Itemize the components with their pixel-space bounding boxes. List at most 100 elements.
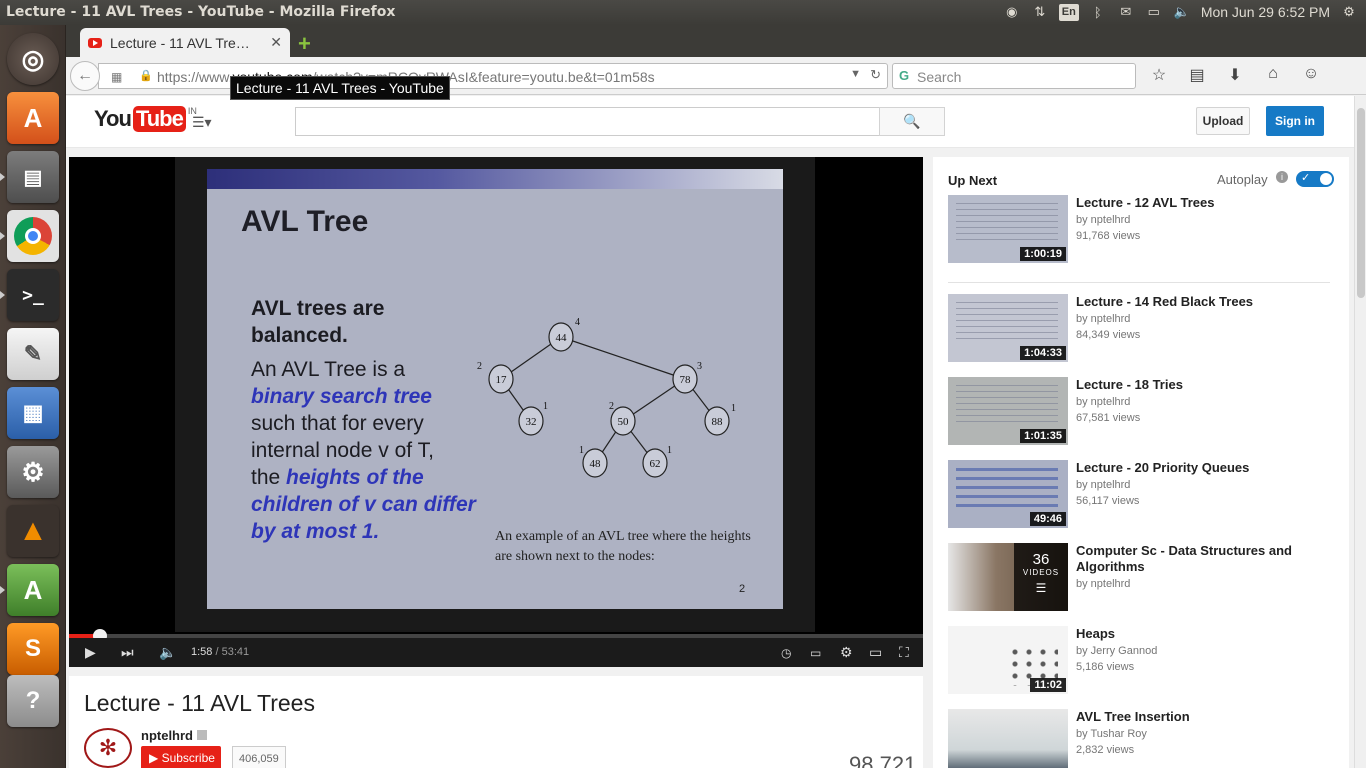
related-video-channel[interactable]: by nptelhrd [1076, 396, 1130, 408]
watch-later-icon[interactable]: ◷ [781, 646, 791, 660]
channel-avatar[interactable]: ✻ [84, 728, 132, 768]
related-playlist[interactable]: 36 VIDEOS ☰ Computer Sc - Data Structure… [948, 543, 1338, 613]
guide-menu-icon[interactable]: ☰▾ [192, 114, 212, 131]
video-thumbnail[interactable]: 1:01:35 [948, 377, 1068, 445]
subscribe-button[interactable]: ▶ Subscribe [141, 746, 221, 768]
youtube-masthead: You Tube IN ☰▾ 🔍 Upload Sign in [66, 96, 1354, 148]
battery-icon[interactable]: ▭ [1145, 3, 1163, 21]
tab-close-icon[interactable]: ✕ [270, 34, 282, 51]
play-icon[interactable]: ▶ [85, 644, 96, 661]
video-thumbnail[interactable]: 1:04:33 [948, 294, 1068, 362]
video-player[interactable]: AVL Tree AVL trees are balanced. An AVL … [69, 157, 923, 667]
playlist-thumbnail[interactable]: 36 VIDEOS ☰ [948, 543, 1068, 611]
toolbar-icons: ☆ ▤ ⬇ ⌂ ☺ ≡ [1148, 65, 1366, 85]
autoplay-toggle[interactable]: ✓ [1296, 171, 1334, 187]
sublime-text-icon[interactable]: S [7, 623, 59, 675]
bookmark-star-icon[interactable]: ☆ [1148, 65, 1170, 85]
related-video-title[interactable]: Heaps [1076, 626, 1336, 642]
video-thumbnail[interactable]: 1:00:19 [948, 195, 1068, 263]
related-video[interactable]: 1:00:19 Lecture - 12 AVL Trees by nptelh… [948, 195, 1338, 265]
duration: 53:41 [221, 646, 250, 658]
youtube-logo[interactable]: You Tube IN [94, 106, 197, 132]
text-editor-icon[interactable]: ✎ [7, 328, 59, 380]
search-icon: 🔍 [903, 113, 921, 129]
youtube-search-button[interactable]: 🔍 [879, 107, 945, 136]
up-next-heading: Up Next [948, 173, 998, 188]
related-video-channel[interactable]: by nptelhrd [1076, 214, 1130, 226]
lock-icon[interactable]: 🔒 [139, 69, 153, 82]
software-center-icon[interactable]: A [7, 92, 59, 144]
files-icon[interactable]: ▤ [0, 151, 59, 203]
tree-node-height: 1 [667, 445, 672, 456]
related-video-title[interactable]: Lecture - 20 Priority Queues [1076, 460, 1336, 476]
back-button[interactable]: ← [70, 61, 100, 91]
volume-icon[interactable]: 🔈 [1173, 3, 1191, 21]
tree-node-height: 4 [575, 317, 580, 328]
related-video-title[interactable]: Computer Sc - Data Structures and Algori… [1076, 543, 1336, 575]
video-thumbnail[interactable]: 11:02 [948, 626, 1068, 694]
software-updater-icon[interactable]: A [0, 564, 59, 616]
related-video-channel[interactable]: by nptelhrd [1076, 313, 1130, 325]
channel-name-text: nptelhrd [141, 728, 193, 743]
page-scrollbar[interactable] [1354, 96, 1366, 768]
youtube-search-input[interactable] [295, 107, 880, 136]
related-video-channel[interactable]: by nptelhrd [1076, 479, 1130, 491]
reload-icon[interactable]: ↻ [870, 67, 881, 83]
fullscreen-icon[interactable]: ⛶ [899, 644, 909, 661]
upload-button[interactable]: Upload [1196, 107, 1250, 135]
chrome-icon[interactable] [0, 210, 59, 262]
channel-name[interactable]: nptelhrd [141, 728, 207, 743]
chat-icon[interactable]: ☺ [1300, 65, 1322, 85]
settings-gear-icon[interactable]: ⚙ [1340, 3, 1358, 21]
downloads-icon[interactable]: ⬇ [1224, 65, 1246, 85]
info-icon[interactable]: i [1276, 171, 1288, 183]
tab-active[interactable]: Lecture - 11 AVL Tre… ✕ [80, 28, 290, 57]
scrollbar-thumb[interactable] [1357, 108, 1365, 298]
related-video[interactable]: 1:01:35 Lecture - 18 Tries by nptelhrd 6… [948, 377, 1338, 447]
theater-mode-icon[interactable]: ▭ [869, 644, 882, 661]
home-icon[interactable]: ⌂ [1262, 65, 1284, 85]
settings-icon[interactable]: ⚙ [840, 644, 853, 661]
url-history-dropdown-icon[interactable]: ▼ [850, 68, 861, 80]
sign-in-button[interactable]: Sign in [1266, 106, 1324, 136]
related-video-title[interactable]: Lecture - 14 Red Black Trees [1076, 294, 1336, 310]
related-video[interactable]: 1:04:33 Lecture - 14 Red Black Trees by … [948, 294, 1338, 364]
related-video-views: 5,186 views [1076, 661, 1135, 673]
related-video-channel[interactable]: by Tushar Roy [1076, 728, 1147, 740]
url-bar[interactable]: ▦ 🔒 https://www.youtube.com/watch?v=mRCQ… [98, 63, 888, 89]
player-controls: ▶ ⏭ 🔈 1:58 / 53:41 ◷ ▭ ⚙ ▭ ⛶ [69, 638, 923, 667]
related-video-channel[interactable]: by Jerry Gannod [1076, 645, 1157, 657]
reading-list-icon[interactable]: ▤ [1186, 65, 1208, 85]
mail-icon[interactable]: ✉ [1117, 3, 1135, 21]
video-thumbnail[interactable]: 49:46 [948, 460, 1068, 528]
system-settings-icon[interactable]: ⚙ [7, 446, 59, 498]
new-tab-icon[interactable]: + [298, 31, 311, 57]
chrome-indicator-icon[interactable]: ◉ [1003, 3, 1021, 21]
related-video-title[interactable]: Lecture - 18 Tries [1076, 377, 1336, 393]
related-video-channel[interactable]: by nptelhrd [1076, 578, 1130, 590]
network-transfer-icon[interactable]: ⇅ [1031, 3, 1049, 21]
search-engine-icon[interactable]: G [899, 68, 909, 83]
related-video[interactable]: AVL Tree Insertion by Tushar Roy 2,832 v… [948, 709, 1338, 768]
bluetooth-icon[interactable]: ᛒ [1089, 3, 1107, 21]
related-video-title[interactable]: Lecture - 12 AVL Trees [1076, 195, 1336, 211]
help-icon[interactable]: ? [7, 675, 59, 727]
video-duration: 1:01:35 [1020, 429, 1066, 443]
search-bar[interactable]: G Search [892, 63, 1136, 89]
volume-icon[interactable]: 🔈 [159, 644, 176, 661]
site-identity-icon[interactable]: ▦ [111, 70, 122, 84]
related-video-title[interactable]: AVL Tree Insertion [1076, 709, 1336, 725]
writer-icon[interactable]: ▦ [7, 387, 59, 439]
firefox-window: Lecture - 11 AVL Tre… ✕ + ▦ 🔒 https://ww… [66, 25, 1366, 768]
subtitles-icon[interactable]: ▭ [810, 646, 821, 660]
tree-node-height: 2 [609, 401, 614, 412]
ubuntu-dash-icon[interactable]: ◎ [7, 33, 59, 85]
clock[interactable]: Mon Jun 29 6:52 PM [1201, 4, 1330, 20]
related-video[interactable]: 11:02 Heaps by Jerry Gannod 5,186 views [948, 626, 1338, 696]
vlc-icon[interactable]: ▲ [7, 505, 59, 557]
keyboard-layout-indicator[interactable]: En [1058, 3, 1079, 21]
video-thumbnail[interactable] [948, 709, 1068, 768]
next-icon[interactable]: ⏭ [121, 644, 134, 661]
related-video[interactable]: 49:46 Lecture - 20 Priority Queues by np… [948, 460, 1338, 530]
terminal-icon[interactable]: >_ [0, 269, 59, 321]
